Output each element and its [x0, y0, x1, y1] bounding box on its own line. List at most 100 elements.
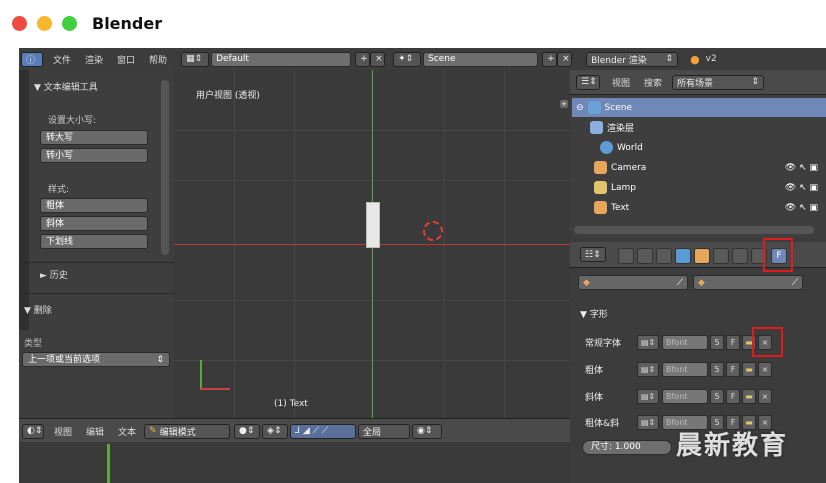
lamp-icon	[594, 181, 607, 194]
viewport-menu-text[interactable]: 文本	[118, 425, 136, 438]
outliner-item-scene[interactable]: ⊖ Scene	[572, 98, 826, 117]
plus-icon[interactable]: +	[560, 100, 568, 108]
editor-type-properties-icon[interactable]: ☷⇕	[580, 247, 606, 262]
italic-font-row: 斜体 ▤⇕ Bfont 5 F ▬ ×	[585, 387, 772, 405]
current-frame-indicator[interactable]	[107, 444, 110, 483]
manipulator-icons[interactable]: ⅃ ◢ ⟋ ⟋	[290, 423, 357, 439]
active-object-label: (1) Text	[274, 399, 308, 409]
visibility-icons[interactable]: 👁 ↖ ▣	[785, 203, 818, 213]
visibility-icons[interactable]: 👁 ↖ ▣	[785, 163, 818, 173]
unlink-font-icon[interactable]: ×	[758, 361, 772, 377]
mode-select[interactable]: ✎ 编辑模式	[144, 423, 231, 439]
scene-remove-icon[interactable]: ×	[557, 51, 573, 67]
panel-divider	[19, 262, 174, 263]
tool-shelf-scrollbar[interactable]	[161, 80, 169, 255]
outliner-menu-view[interactable]: 视图	[612, 76, 630, 89]
delete-header[interactable]: ▼ 删除	[24, 303, 52, 316]
render-layers-tab-icon[interactable]	[637, 248, 653, 264]
orientation-select[interactable]: 全局	[358, 423, 411, 439]
timeline-area[interactable]	[19, 442, 570, 483]
outliner-item-renderlayers[interactable]: 渲染层	[572, 118, 826, 137]
viewport-menu-view[interactable]: 视图	[54, 425, 72, 438]
fake-user-button[interactable]: F	[726, 334, 740, 350]
3d-cursor-icon[interactable]	[423, 221, 443, 241]
scene-icon[interactable]: ✦⇕	[393, 51, 422, 67]
layout-grid-icon[interactable]: ▦⇕	[181, 51, 210, 67]
outliner-filter-select[interactable]: 所有场景 ⇕	[672, 74, 765, 90]
render-engine-select[interactable]: Blender 渲染 ⇕	[586, 51, 679, 67]
text-tools-header[interactable]: ▼ 文本编辑工具	[34, 80, 98, 93]
collapse-icon[interactable]: ⊖	[576, 103, 584, 113]
render-tab-icon[interactable]	[618, 248, 634, 264]
fake-user-button[interactable]: F	[726, 388, 740, 404]
outliner-item-world[interactable]: World	[572, 138, 826, 157]
minimize-window-button[interactable]	[37, 16, 52, 31]
font-name-field[interactable]: Bfont	[662, 334, 708, 350]
object-icon: ◆	[583, 277, 590, 288]
menu-help[interactable]: 帮助	[149, 53, 167, 66]
unlink-font-icon[interactable]: ×	[758, 388, 772, 404]
font-section-header[interactable]: ▼ 字形	[580, 307, 608, 320]
outliner-menu-search[interactable]: 搜索	[644, 76, 662, 89]
shading-icon[interactable]: ●⇕	[234, 423, 261, 439]
open-font-icon[interactable]: ▬	[742, 388, 756, 404]
constraints-tab-icon[interactable]	[713, 248, 729, 264]
font-users-count[interactable]: 5	[710, 388, 724, 404]
outliner-item-lamp[interactable]: Lamp 👁 ↖ ▣	[572, 178, 826, 197]
font-row-label: 斜体	[585, 392, 604, 403]
visibility-icons[interactable]: 👁 ↖ ▣	[785, 183, 818, 193]
layout-field[interactable]: Default	[211, 51, 352, 67]
editor-type-info-icon[interactable]: ⓘ	[21, 51, 43, 67]
text-datablock-field[interactable]: ◆ ⟋	[693, 275, 803, 290]
fake-user-button[interactable]: F	[726, 361, 740, 377]
font-browse-icon[interactable]: ▤⇕	[637, 414, 659, 430]
outliner-scrollbar[interactable]	[574, 226, 814, 234]
history-header[interactable]: ► 历史	[40, 268, 68, 281]
world-tab-icon[interactable]	[675, 248, 691, 264]
font-users-count[interactable]: 5	[710, 361, 724, 377]
layout-add-icon[interactable]: +	[355, 51, 371, 67]
layer-icon[interactable]: ◉⇕	[412, 423, 443, 439]
font-browse-icon[interactable]: ▤⇕	[637, 334, 659, 350]
object-datablock-field[interactable]: ◆ ⟋	[578, 275, 688, 290]
editor-type-3d-icon[interactable]: ◐⇕	[22, 423, 44, 439]
lowercase-button[interactable]: 转小写	[40, 148, 148, 163]
open-font-icon[interactable]: ▬	[742, 361, 756, 377]
outliner-item-camera[interactable]: Camera 👁 ↖ ▣	[572, 158, 826, 177]
underline-button[interactable]: 下划线	[40, 234, 148, 249]
tool-shelf-tabs[interactable]	[19, 70, 29, 330]
editor-type-outliner-icon[interactable]: ☰⇕	[576, 74, 600, 90]
uppercase-button[interactable]: 转大写	[40, 130, 148, 145]
bold-button[interactable]: 粗体	[40, 198, 148, 213]
eyedropper-icon[interactable]: ⟋	[792, 278, 798, 288]
zoom-window-button[interactable]	[62, 16, 77, 31]
menu-file[interactable]: 文件	[53, 53, 71, 66]
menu-window[interactable]: 窗口	[117, 53, 135, 66]
scene-add-icon[interactable]: +	[542, 51, 558, 67]
menu-render[interactable]: 渲染	[85, 53, 103, 66]
window-titlebar: Blender	[0, 0, 826, 40]
text-object[interactable]	[366, 202, 380, 248]
font-browse-icon[interactable]: ▤⇕	[637, 388, 659, 404]
font-users-count[interactable]: 5	[710, 334, 724, 350]
modifiers-tab-icon[interactable]	[732, 248, 748, 264]
close-window-button[interactable]	[12, 16, 27, 31]
delete-type-select[interactable]: 上一项或当前选项 ⇕	[22, 352, 170, 367]
size-field[interactable]: 尺寸: 1.000	[582, 440, 672, 455]
outliner-item-text[interactable]: Text 👁 ↖ ▣	[572, 198, 826, 217]
font-name-field[interactable]: Bfont	[662, 388, 708, 404]
pivot-icon[interactable]: ◈⇕	[262, 423, 289, 439]
3d-viewport[interactable]: 用户视图 (透视) + (1) Text	[174, 70, 570, 418]
italic-button[interactable]: 斜体	[40, 216, 148, 231]
font-name-field[interactable]: Bfont	[662, 361, 708, 377]
font-row-label: 粗体&斜	[585, 418, 620, 429]
eyedropper-icon[interactable]: ⟋	[677, 278, 683, 288]
font-browse-icon[interactable]: ▤⇕	[637, 361, 659, 377]
scene-tab-icon[interactable]	[656, 248, 672, 264]
case-label: 设置大小写:	[48, 116, 97, 126]
viewport-menu-edit[interactable]: 编辑	[86, 425, 104, 438]
scene-field[interactable]: Scene	[423, 51, 539, 67]
object-tab-icon[interactable]	[694, 248, 710, 264]
layout-remove-icon[interactable]: ×	[370, 51, 386, 67]
text-object-icon	[594, 201, 607, 214]
